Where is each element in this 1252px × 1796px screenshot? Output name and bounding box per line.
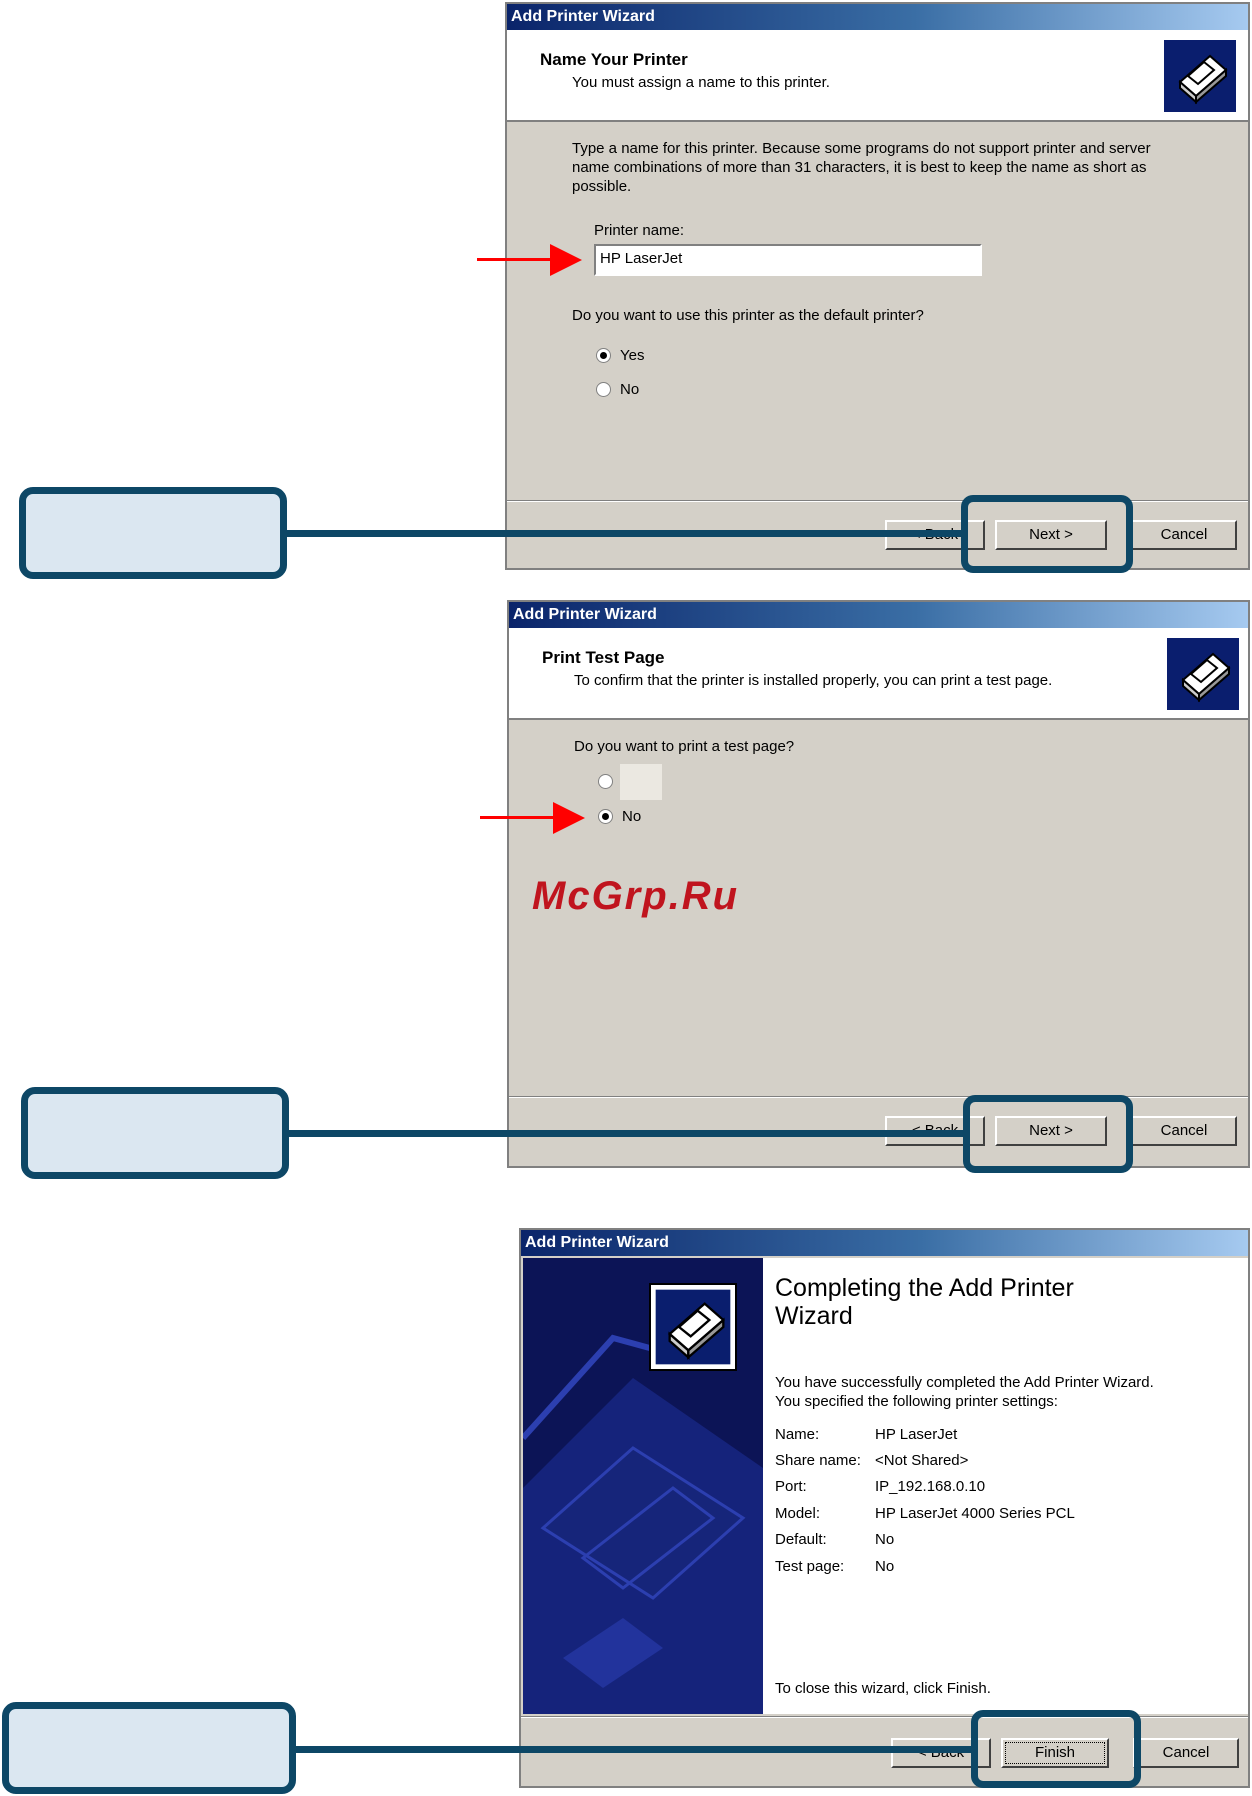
test-page-yes-radio[interactable] <box>598 774 613 789</box>
completion-heading-line-2: Wizard <box>775 1302 853 1330</box>
intro-line-3: possible. <box>572 178 632 195</box>
success-line-1: You have successfully completed the Add … <box>775 1374 1154 1391</box>
header-title: Name Your Printer <box>540 50 688 69</box>
callout-connector-1 <box>286 530 966 537</box>
test-page-question: Do you want to print a test page? <box>574 738 795 755</box>
setting-label-port: Port: <box>775 1478 807 1495</box>
cancel-button[interactable]: Cancel <box>1133 1738 1239 1768</box>
test-page-no-radio[interactable] <box>598 809 613 824</box>
finish-button-highlight <box>971 1710 1141 1788</box>
callout-box-2 <box>21 1087 289 1179</box>
setting-label-default: Default: <box>775 1531 827 1548</box>
printer-name-label: Printer name: <box>594 222 685 239</box>
setting-value-share: <Not Shared> <box>875 1452 969 1469</box>
dialog-title-bar: Add Printer Wizard <box>507 4 1248 30</box>
intro-line-2: name combinations of more than 31 charac… <box>572 159 1147 176</box>
red-arrow-head-icon <box>553 802 585 834</box>
setting-label-model: Model: <box>775 1505 821 1522</box>
dialog-title-bar: Add Printer Wizard <box>521 1230 1248 1256</box>
header-subtitle: To confirm that the printer is installed… <box>574 672 1053 689</box>
setting-value-default: No <box>875 1531 895 1548</box>
setting-value-port: IP_192.168.0.10 <box>875 1478 986 1495</box>
add-printer-wizard-dialog-1: Add Printer Wizard Name Your Printer You… <box>505 2 1250 570</box>
header-title: Print Test Page <box>542 648 665 667</box>
setting-value-test-page: No <box>875 1558 895 1575</box>
default-yes-radio[interactable] <box>596 348 611 363</box>
next-button-highlight-1 <box>961 495 1133 573</box>
red-arrow-head-icon <box>550 244 582 276</box>
default-no-radio[interactable] <box>596 382 611 397</box>
watermark-text: McGrp.Ru <box>532 874 740 918</box>
wizard-header: Name Your Printer You must assign a name… <box>507 30 1248 122</box>
wizard-side-banner <box>523 1258 763 1714</box>
setting-label-test-page: Test page: <box>775 1558 845 1575</box>
default-printer-question: Do you want to use this printer as the d… <box>572 307 924 324</box>
next-button-highlight-2 <box>963 1095 1133 1173</box>
completion-heading-line-1: Completing the Add Printer <box>775 1274 1074 1302</box>
red-arrow-icon <box>480 816 556 819</box>
printer-name-input[interactable]: HP LaserJet <box>594 244 982 276</box>
cancel-button[interactable]: Cancel <box>1131 520 1237 550</box>
add-printer-wizard-dialog-3: Add Printer Wizard Completing the Add Pr… <box>519 1228 1250 1788</box>
default-no-label[interactable]: No <box>620 381 639 398</box>
footer-separator <box>507 500 1248 502</box>
close-hint: To close this wizard, click Finish. <box>775 1680 991 1697</box>
printer-wizard-icon <box>1167 638 1239 710</box>
cancel-button[interactable]: Cancel <box>1131 1116 1237 1146</box>
dialog-title-bar: Add Printer Wizard <box>509 602 1248 628</box>
setting-label-share: Share name: <box>775 1452 861 1469</box>
masked-label <box>620 764 662 800</box>
default-yes-label[interactable]: Yes <box>620 347 644 364</box>
wizard-header: Print Test Page To confirm that the prin… <box>509 628 1248 720</box>
red-arrow-icon <box>477 258 553 261</box>
setting-label-name: Name: <box>775 1426 820 1443</box>
test-page-no-label[interactable]: No <box>622 808 641 825</box>
intro-line-1: Type a name for this printer. Because so… <box>572 140 1151 157</box>
printer-wizard-icon <box>1164 40 1236 112</box>
callout-box-3 <box>2 1702 296 1794</box>
callout-box-1 <box>19 487 287 579</box>
printer-wizard-icon <box>649 1283 737 1371</box>
success-line-2: You specified the following printer sett… <box>775 1393 1058 1410</box>
callout-connector-3 <box>295 1746 975 1753</box>
setting-value-name: HP LaserJet <box>875 1426 958 1443</box>
setting-value-model: HP LaserJet 4000 Series PCL <box>875 1505 1075 1522</box>
callout-connector-2 <box>288 1130 968 1137</box>
footer-separator <box>509 1096 1248 1098</box>
header-subtitle: You must assign a name to this printer. <box>572 74 830 91</box>
